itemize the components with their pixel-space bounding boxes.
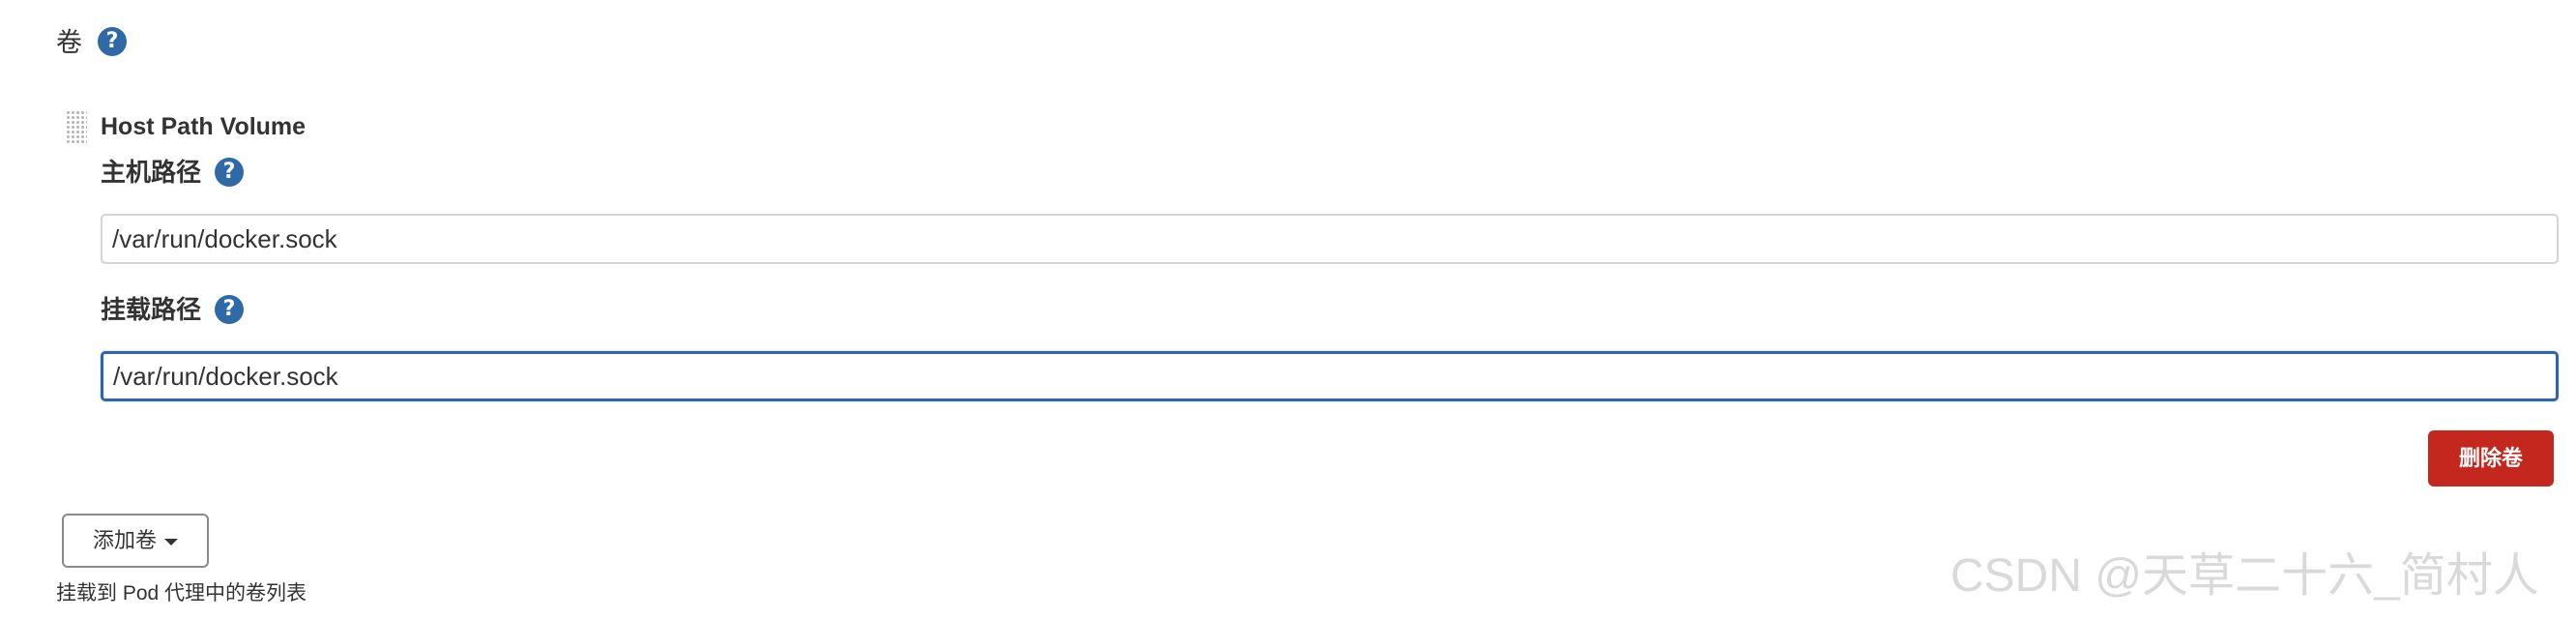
mount-path-label: 挂载路径	[101, 295, 202, 324]
drag-handle-icon[interactable]	[66, 110, 87, 145]
question-circle-icon[interactable]: ?	[215, 158, 244, 187]
caret-down-icon	[164, 538, 178, 545]
add-volume-label: 添加卷	[92, 528, 157, 552]
volumes-description: 挂载到 Pod 代理中的卷列表	[56, 582, 307, 604]
watermark: CSDN @天草二十六_简村人	[1950, 550, 2539, 602]
question-circle-icon[interactable]: ?	[98, 27, 127, 56]
question-circle-icon[interactable]: ?	[215, 295, 244, 324]
section-title: 卷	[56, 28, 82, 57]
add-volume-button[interactable]: 添加卷	[62, 514, 209, 568]
mount-path-input[interactable]	[101, 351, 2559, 401]
delete-volume-button[interactable]: 删除卷	[2428, 430, 2554, 486]
host-path-input[interactable]	[101, 214, 2559, 264]
host-path-label: 主机路径	[101, 158, 202, 187]
volume-title: Host Path Volume	[101, 113, 307, 140]
